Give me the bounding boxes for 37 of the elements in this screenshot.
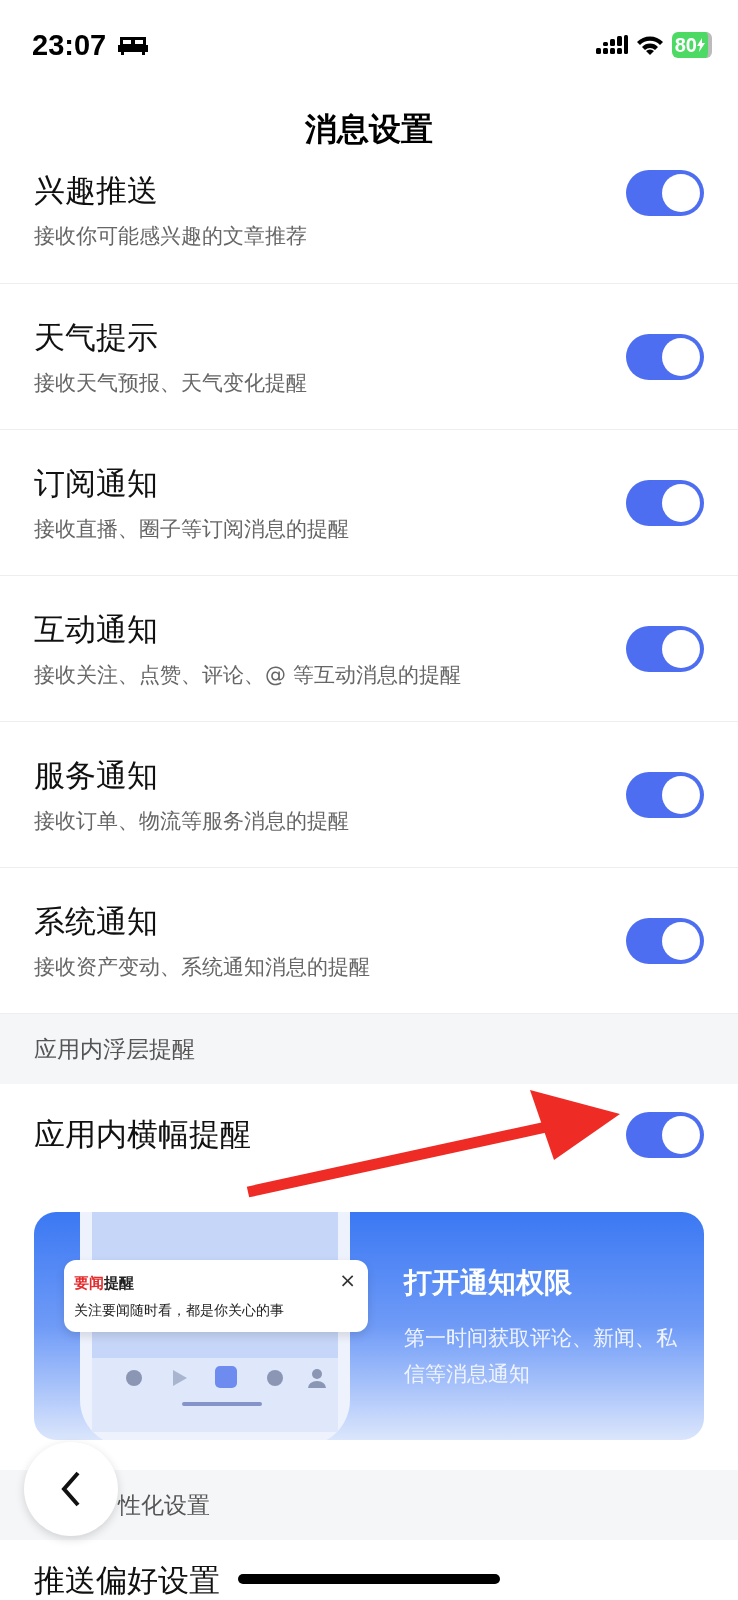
back-icon	[61, 1471, 81, 1507]
promo-banner[interactable]: 要闻提醒 × 关注要闻随时看，都是你关心的事 打开通知权限 第一时间获取评论、新闻、私信等消息通知	[34, 1212, 704, 1440]
setting-title[interactable]: 推送偏好设置	[34, 1560, 220, 1600]
banner-text: 第一时间获取评论、新闻、私信等消息通知	[404, 1325, 678, 1388]
close-button[interactable]: ×	[339, 1268, 356, 1292]
setting-description: 接收你可能感兴趣的文章推荐	[34, 223, 307, 250]
setting-description: 接收订单、物流等服务消息的提醒	[34, 807, 349, 835]
setting-description: 接收关注、点赞、评论、@ 等互动消息的提醒	[34, 661, 461, 689]
toggle-switch[interactable]	[626, 917, 704, 964]
setting-title: 服务通知	[34, 755, 158, 795]
section-header: 性化设置	[118, 1490, 210, 1520]
toggle-switch[interactable]	[626, 1112, 704, 1158]
toggle-switch[interactable]	[626, 479, 704, 526]
page-title: 消息设置	[305, 109, 433, 150]
toggle-switch[interactable]	[626, 333, 704, 380]
setting-title: 兴趣推送	[34, 171, 158, 210]
back-button[interactable]	[24, 1442, 118, 1536]
section-header: 应用内浮层提醒	[34, 1034, 195, 1064]
setting-description: 接收天气预报、天气变化提醒	[34, 369, 307, 397]
setting-title: 应用内横幅提醒	[34, 1115, 251, 1154]
setting-title: 天气提示	[34, 317, 158, 357]
setting-title: 互动通知	[34, 609, 158, 649]
notification-title: 要闻提醒	[74, 1274, 134, 1293]
battery-indicator: 80	[671, 32, 712, 58]
wifi-icon	[635, 35, 664, 55]
status-time: 23:07	[32, 28, 107, 62]
signal-icon	[595, 35, 628, 55]
setting-title: 订阅通知	[34, 463, 158, 503]
toggle-switch[interactable]	[626, 170, 704, 216]
notification-text: 关注要闻随时看，都是你关心的事	[74, 1302, 284, 1320]
banner-title: 打开通知权限	[404, 1265, 573, 1301]
setting-description: 接收资产变动、系统通知消息的提醒	[34, 953, 370, 981]
toggle-switch[interactable]	[626, 625, 704, 672]
bed-icon	[118, 35, 149, 55]
toggle-switch[interactable]	[626, 771, 704, 818]
setting-description: 接收直播、圈子等订阅消息的提醒	[34, 515, 349, 543]
setting-title: 系统通知	[34, 901, 158, 941]
